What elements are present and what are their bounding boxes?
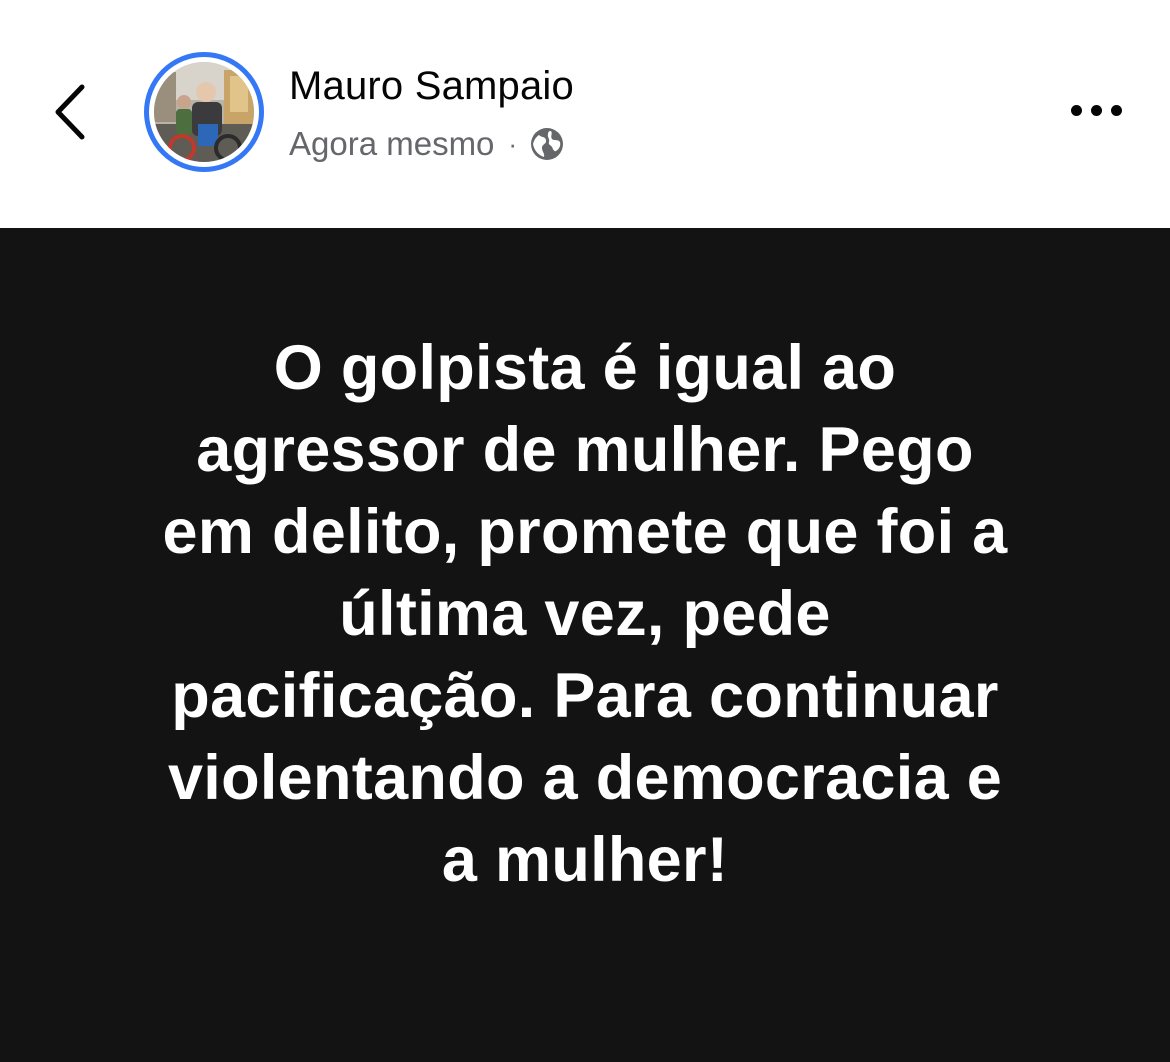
post-text-line: violentando a democracia e [167, 743, 1003, 813]
ellipsis-icon [1070, 104, 1082, 116]
post-meta: Agora mesmo · [289, 122, 565, 166]
chevron-left-icon [55, 84, 85, 140]
profile-avatar[interactable] [144, 52, 264, 172]
post-view: Mauro Sampaio Agora mesmo · O golpista é… [0, 0, 1170, 1062]
post-text-line: agressor de mulher. Pego [196, 415, 974, 485]
post-text-line: última vez, pede [339, 579, 831, 649]
more-options-button[interactable] [1056, 88, 1136, 132]
ellipsis-icon [1090, 104, 1102, 116]
author-name[interactable]: Mauro Sampaio [289, 64, 574, 109]
post-text: O golpista é igual ao agressor de mulher… [85, 327, 1085, 901]
post-text-line: pacificação. Para continuar [171, 661, 999, 731]
post-header: Mauro Sampaio Agora mesmo · [0, 0, 1170, 228]
post-text-card: O golpista é igual ao agressor de mulher… [0, 228, 1170, 1062]
back-button[interactable] [40, 72, 100, 152]
post-timestamp[interactable]: Agora mesmo [289, 125, 494, 163]
post-text-line: O golpista é igual ao [273, 333, 897, 403]
meta-separator: · [508, 128, 518, 159]
globe-icon[interactable] [529, 126, 565, 162]
post-text-line: em delito, promete que foi a [162, 497, 1008, 567]
post-text-line: a mulher! [441, 825, 729, 895]
avatar-photo [154, 62, 254, 162]
ellipsis-icon [1110, 104, 1122, 116]
